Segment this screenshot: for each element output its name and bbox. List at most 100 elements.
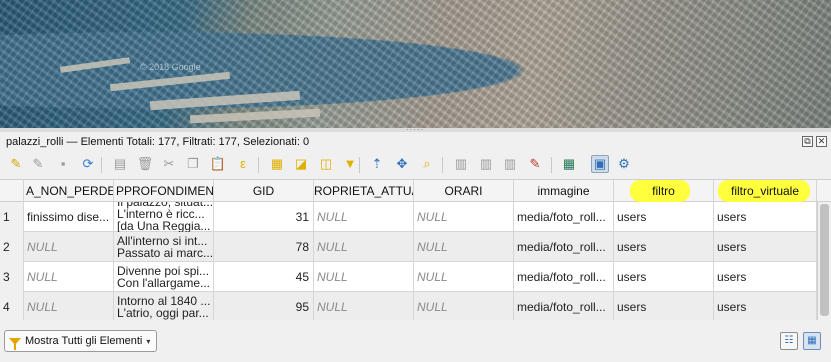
organize-columns-icon[interactable]: ▥ [501,155,519,173]
table-cell[interactable]: users [614,202,714,232]
vertical-scrollbar[interactable] [817,202,831,320]
table-cell[interactable]: media/foto_roll... [514,262,614,292]
field-calculator-icon[interactable]: ✎ [526,155,544,173]
table-cell[interactable]: users [714,292,817,320]
restore-icon[interactable]: ⧉ [802,136,813,147]
row-number[interactable]: 2 [0,232,24,262]
column-header[interactable]: ROPRIETA_ATTUAL [314,180,414,202]
reload-table-icon[interactable]: ⟳ [79,155,97,173]
zoom-to-selection-icon[interactable]: ⌕ [418,155,436,173]
table-cell[interactable]: finissimo dise... [24,202,114,232]
table-cell[interactable]: users [614,292,714,320]
select-by-expression-icon[interactable]: ε [234,155,252,173]
map-canvas[interactable]: © 2018 Google [0,0,831,128]
add-feature-icon[interactable]: ▤ [111,155,129,173]
table-cell[interactable]: 45 [214,262,314,292]
map-pier [59,57,131,73]
table-cell[interactable]: media/foto_roll... [514,292,614,320]
column-header[interactable]: ORARI [414,180,514,202]
table-cell[interactable]: NULL [414,262,514,292]
map-pier [189,108,321,124]
toggle-editing-icon[interactable]: ✎ [7,155,25,173]
table-cell[interactable]: NULL [314,292,414,320]
table-cell[interactable]: NULL [414,232,514,262]
new-field-icon[interactable]: ▥ [452,155,470,173]
table-cell[interactable]: All'interno si int... Passato ai marc... [114,232,214,262]
table-cell[interactable]: NULL [414,202,514,232]
column-header[interactable]: immagine [514,180,614,202]
table-cell[interactable]: NULL [24,262,114,292]
show-all-features-button[interactable]: Mostra Tutti gli Elementi ▾ [4,330,158,352]
table-cell[interactable]: NULL [314,232,414,262]
table-cell[interactable]: users [614,232,714,262]
table-cell[interactable]: 31 [214,202,314,232]
table-row[interactable]: 2 NULL All'interno si int... Passato ai mar… [0,232,831,262]
table-cell[interactable]: 95 [214,292,314,320]
chevron-down-icon: ▾ [146,336,151,346]
table-cell[interactable]: Intorno al 1840 ... L'atrio, oggi par... [114,292,214,320]
table-cell[interactable]: users [714,262,817,292]
toolbar-separator [101,157,102,173]
toolbar-separator [442,157,443,173]
table-row[interactable]: 4 NULL Intorno al 1840 ... L'atrio, oggi pa… [0,292,831,320]
attribute-table-titlebar: palazzi_rolli — Elementi Totali: 177, Fi… [0,132,831,152]
filter-button-label: Mostra Tutti gli Elementi [25,335,143,347]
form-view-icon[interactable]: ☷ [780,332,798,350]
toolbar-separator [551,157,552,173]
attribute-table: A_NON_PERDEREPPROFONDIMENTGIDROPRIETA_AT… [0,179,831,320]
save-edits-icon[interactable]: ▪ [54,155,72,173]
select-all-icon[interactable]: ▦ [268,155,286,173]
column-header[interactable]: A_NON_PERDERE [24,180,114,202]
invert-selection-icon[interactable]: ◪ [292,155,310,173]
table-cell[interactable]: users [714,202,817,232]
actions-icon[interactable]: ⚙ [615,155,633,173]
deselect-all-icon[interactable]: ◫ [317,155,335,173]
cell-text-line: Passato ai marc... [117,246,214,260]
copy-features-icon[interactable]: ❐ [184,155,202,173]
map-pier [109,71,231,92]
table-cell[interactable]: 78 [214,232,314,262]
column-header[interactable]: filtro [614,180,714,202]
cell-text-line: Con l'allargame... [117,276,210,290]
dock-table-icon[interactable]: ▣ [591,155,609,173]
table-corner[interactable] [0,180,24,202]
row-number[interactable]: 4 [0,292,24,320]
column-header[interactable]: PPROFONDIMENT [114,180,214,202]
cut-features-icon[interactable]: ✂ [160,155,178,173]
column-header[interactable]: GID [214,180,314,202]
map-pier [149,90,301,111]
toggle-multi-edit-icon[interactable]: ✎ [29,155,47,173]
row-number[interactable]: 3 [0,262,24,292]
map-watermark: © 2018 Google [140,62,201,72]
cell-text-line: L'atrio, oggi par... [117,306,209,320]
table-cell[interactable]: users [614,262,714,292]
table-cell[interactable]: NULL [414,292,514,320]
filter-select-icon[interactable]: ▼ [341,155,359,173]
table-row[interactable]: 3 NULL Divenne poi spi... Con l'allargame..… [0,262,831,292]
filter-icon [9,337,21,350]
table-cell[interactable]: NULL [24,232,114,262]
close-icon[interactable]: ✕ [816,136,827,147]
table-cell[interactable]: media/foto_roll... [514,202,614,232]
delete-field-icon[interactable]: ▥ [477,155,495,173]
pan-to-selection-icon[interactable]: ✥ [393,155,411,173]
table-cell[interactable]: Divenne poi spi... Con l'allargame... [114,262,214,292]
table-cell[interactable]: media/foto_roll... [514,232,614,262]
table-cell[interactable]: NULL [314,262,414,292]
move-selection-top-icon[interactable]: ⇡ [368,155,386,173]
table-row[interactable]: 1 finissimo dise... Il palazzo, situat... L… [0,202,831,232]
table-view-icon[interactable]: ▦ [803,332,821,350]
table-cell[interactable]: NULL [24,292,114,320]
toolbar-separator [258,157,259,173]
row-number[interactable]: 1 [0,202,24,232]
column-header[interactable]: filtro_virtuale [714,180,817,202]
table-cell[interactable]: NULL [314,202,414,232]
delete-features-icon[interactable]: 🗑 [136,155,154,173]
paste-features-icon[interactable]: 📋 [209,155,227,173]
table-cell[interactable]: users [714,232,817,262]
table-cell[interactable]: Il palazzo, situat... L'interno è ricc...… [114,202,214,232]
attribute-toolbar: ✎ ✎ ▪ ⟳ ▤ 🗑 ✂ ❐ 📋 ε ▦ ◪ ◫ ▼ ⇡ ✥ ⌕ ▥ ▥ ▥ ✎ ▦ ▤ ▣ ⚙ [0,152,831,178]
scrollbar-thumb[interactable] [820,204,829,316]
conditional-formatting-icon[interactable]: ▤ [560,155,578,173]
toolbar-separator [359,157,360,173]
